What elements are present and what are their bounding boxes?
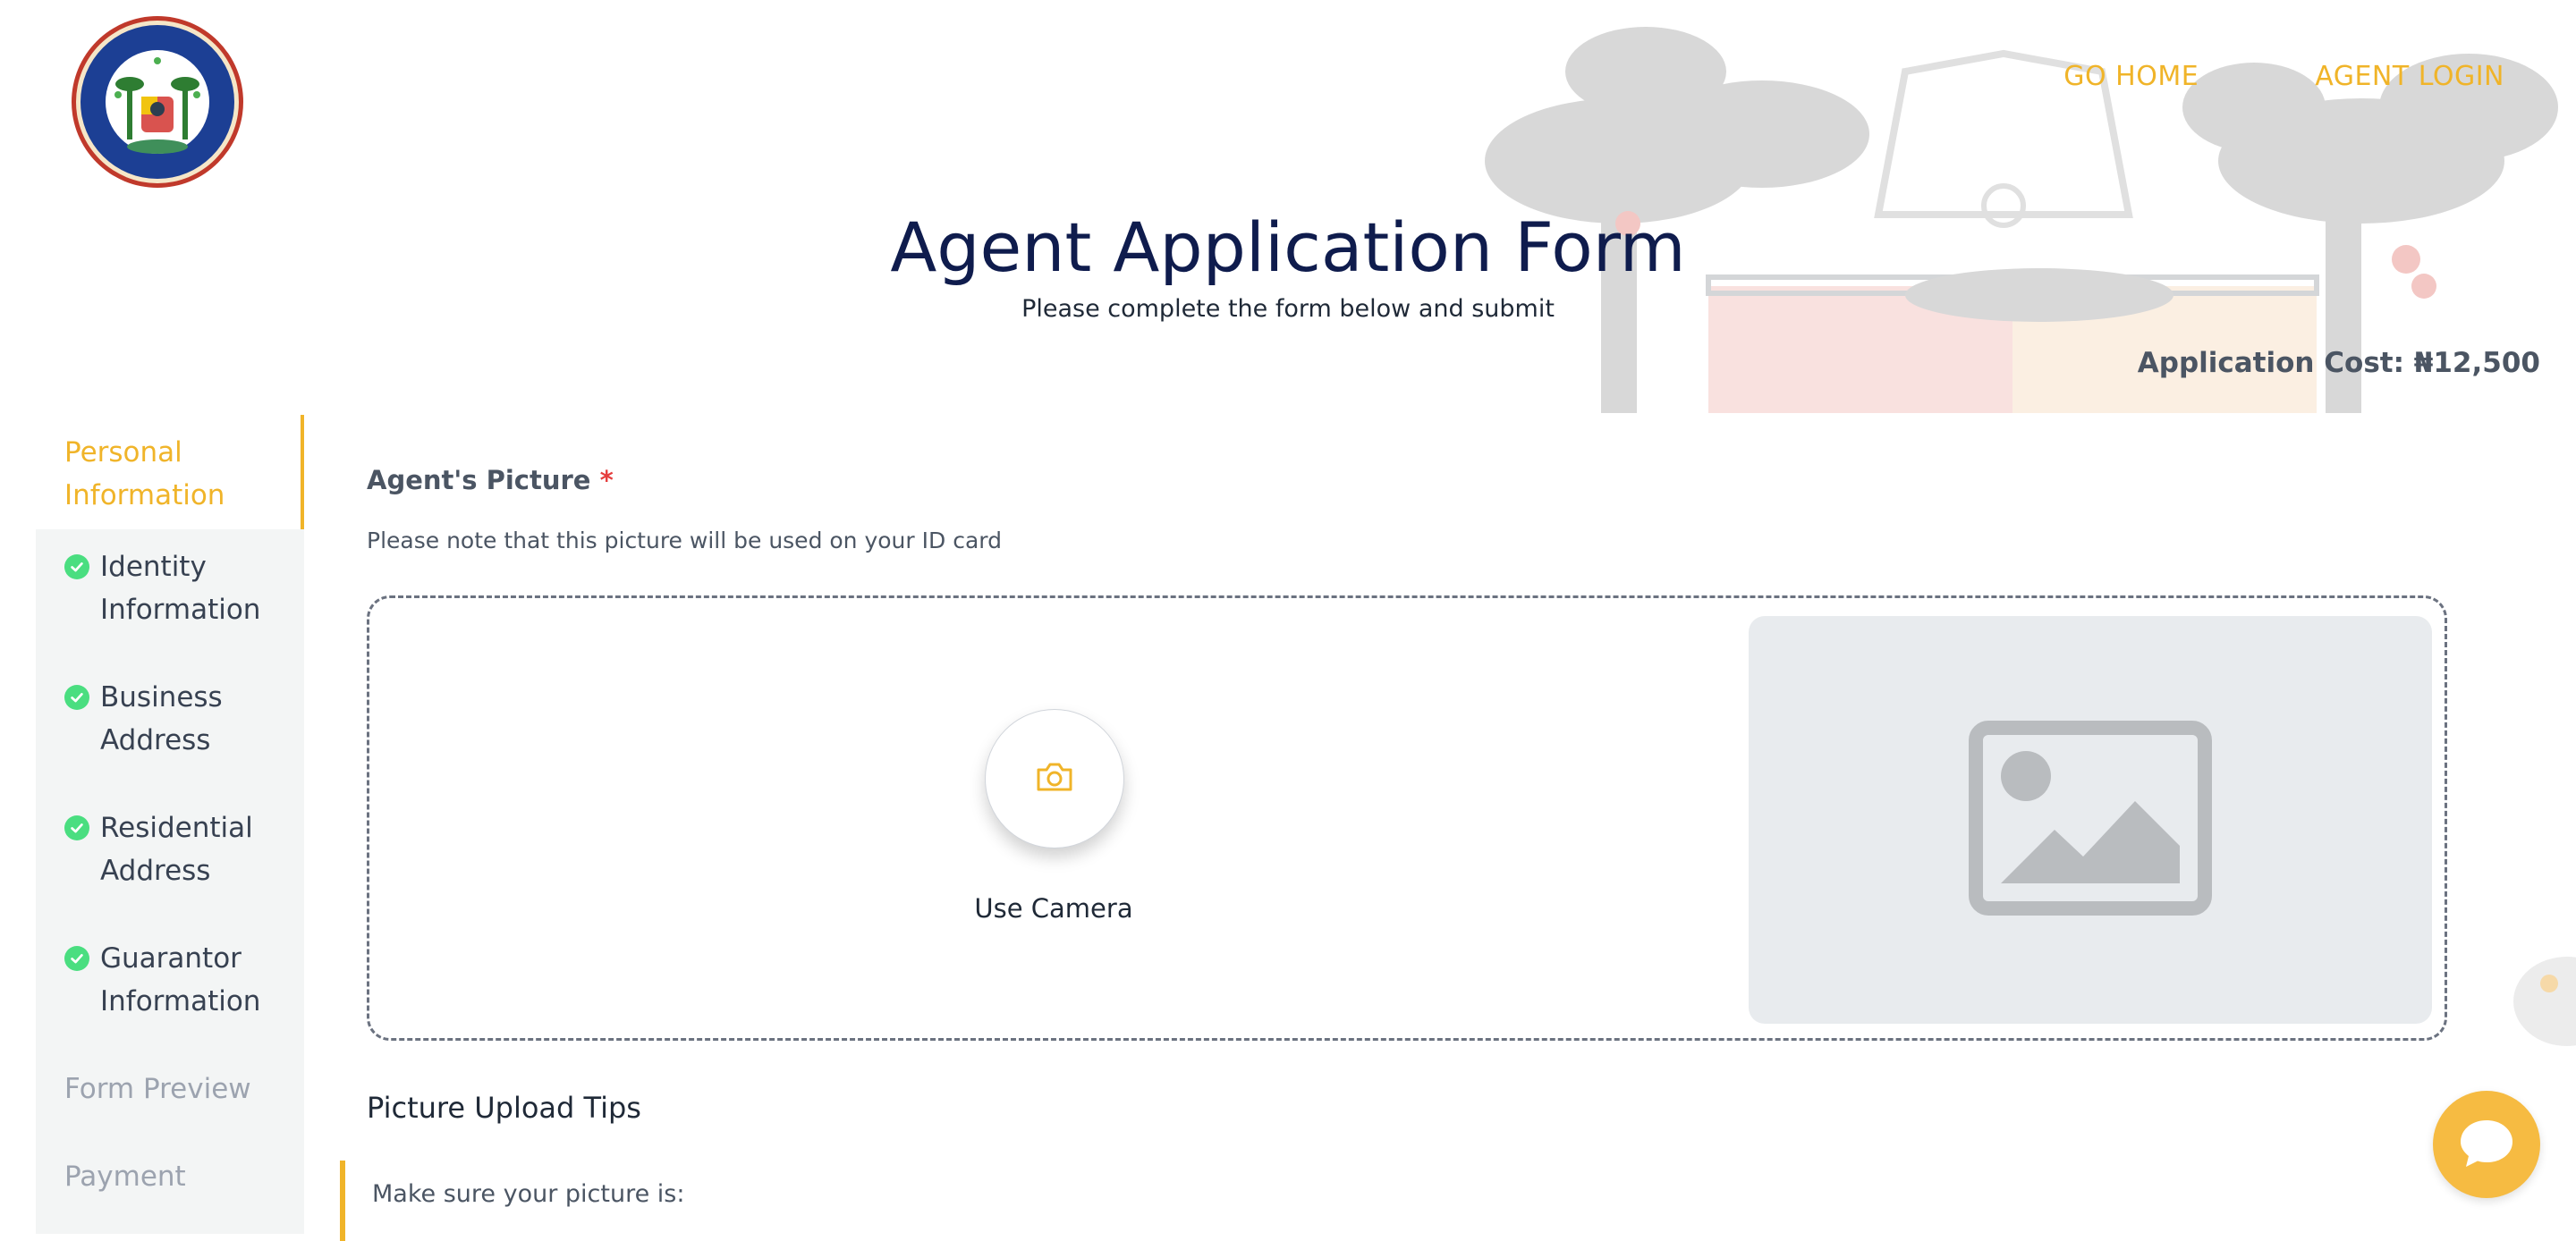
lslga-logo[interactable] bbox=[70, 14, 245, 190]
application-cost: Application Cost: ₦12,500 bbox=[2137, 347, 2540, 379]
check-circle-icon bbox=[64, 554, 89, 579]
step-label: Personal Information bbox=[64, 436, 225, 511]
step-label: Residential Address bbox=[100, 812, 253, 887]
chat-button[interactable] bbox=[2433, 1091, 2540, 1198]
chat-icon bbox=[2457, 1115, 2516, 1174]
page-subtitle: Please complete the form below and submi… bbox=[1021, 295, 1555, 323]
form-main: Agent's Picture * Please note that this … bbox=[340, 465, 2513, 1241]
step-label: Business Address bbox=[100, 681, 223, 756]
step-label: Guarantor Information bbox=[100, 942, 261, 1017]
picture-upload-area[interactable]: Use Camera bbox=[367, 595, 2447, 1041]
form-steps-sidebar: Personal Information Identity Informatio… bbox=[36, 415, 304, 1234]
go-home-link[interactable]: GO HOME bbox=[2063, 61, 2199, 92]
required-mark: * bbox=[599, 465, 614, 495]
step-identity-information[interactable]: Identity Information bbox=[36, 529, 304, 660]
check-circle-icon bbox=[64, 946, 89, 971]
tips-intro: Make sure your picture is: bbox=[372, 1180, 685, 1208]
agent-login-link[interactable]: AGENT LOGIN bbox=[2315, 61, 2504, 92]
background-illustration-edge bbox=[2504, 930, 2576, 1109]
use-camera-label[interactable]: Use Camera bbox=[924, 893, 1183, 924]
picture-preview bbox=[1749, 616, 2432, 1024]
step-label: Payment bbox=[64, 1161, 186, 1193]
step-label: Form Preview bbox=[64, 1073, 251, 1105]
image-placeholder-icon bbox=[1969, 721, 2212, 919]
check-circle-icon bbox=[64, 685, 89, 710]
step-residential-address[interactable]: Residential Address bbox=[36, 790, 304, 921]
step-guarantor-information[interactable]: Guarantor Information bbox=[36, 921, 304, 1051]
camera-icon bbox=[1035, 761, 1074, 797]
page-title: Agent Application Form bbox=[890, 207, 1686, 287]
step-form-preview[interactable]: Form Preview bbox=[36, 1051, 304, 1139]
step-personal-information[interactable]: Personal Information bbox=[36, 415, 304, 529]
picture-upload-tips-title: Picture Upload Tips bbox=[367, 1091, 641, 1125]
use-camera-button[interactable] bbox=[985, 709, 1124, 848]
step-payment[interactable]: Payment bbox=[36, 1139, 304, 1227]
step-label: Identity Information bbox=[100, 551, 261, 626]
step-business-address[interactable]: Business Address bbox=[36, 660, 304, 790]
top-nav: GO HOME AGENT LOGIN bbox=[2063, 61, 2504, 92]
picture-note: Please note that this picture will be us… bbox=[367, 528, 1002, 553]
check-circle-icon bbox=[64, 815, 89, 840]
agent-picture-label: Agent's Picture * bbox=[367, 465, 614, 495]
